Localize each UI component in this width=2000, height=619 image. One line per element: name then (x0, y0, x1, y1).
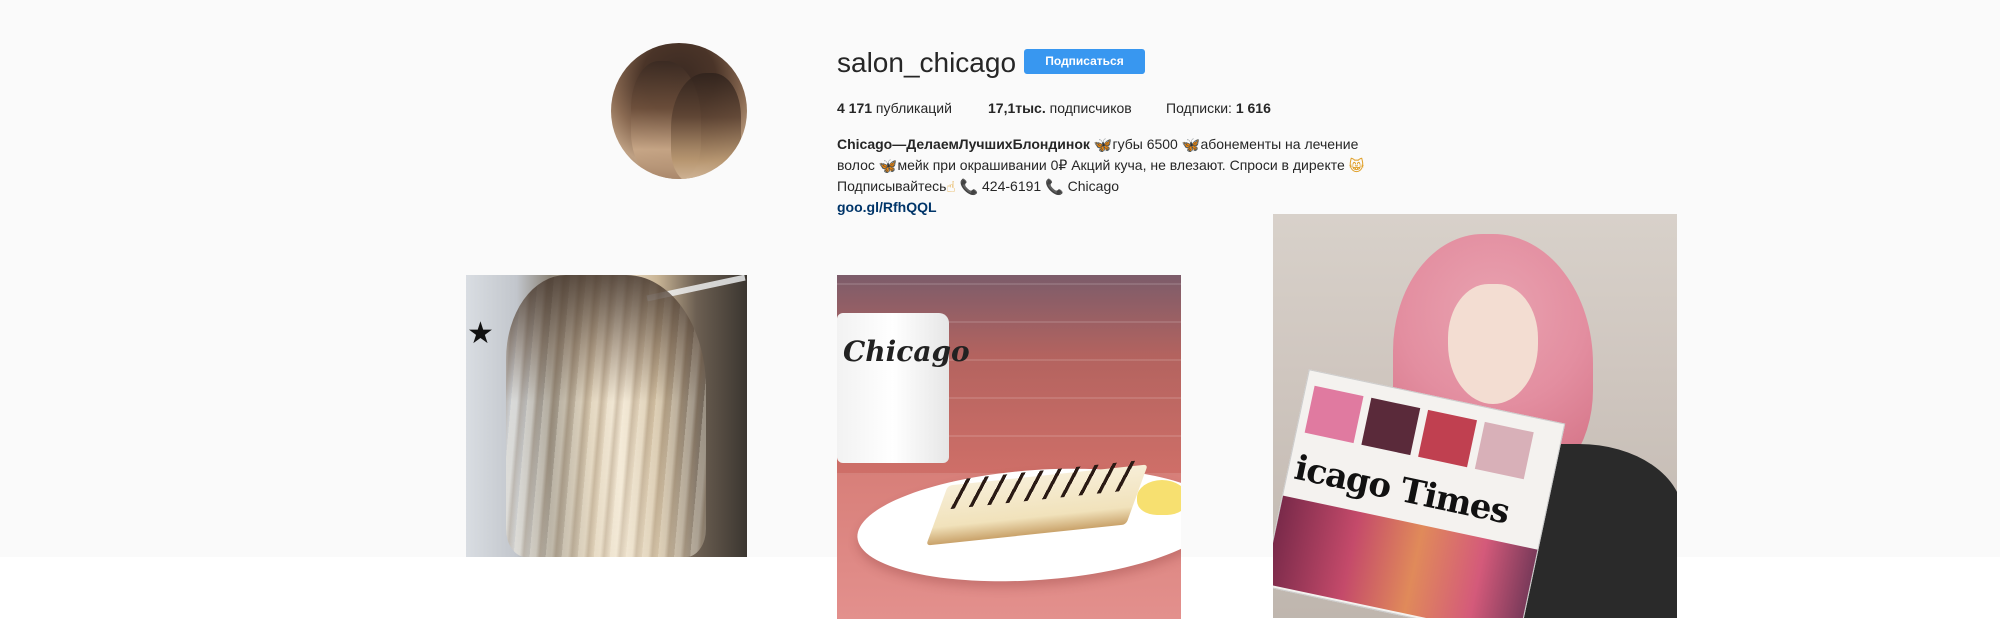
newspaper-photo-1 (1304, 385, 1364, 444)
followers-label: подписчиков (1045, 100, 1132, 116)
face-image (1448, 284, 1538, 404)
phone-icon: 📞 (959, 178, 979, 196)
butterfly-icon: 🦋 (1181, 136, 1201, 154)
posts-count: 4 171 (837, 100, 873, 116)
stat-followers[interactable]: 17,1тыс. подписчиков (988, 98, 1132, 118)
bio-text-3c: Chicago (1063, 178, 1120, 194)
following-label: Подписки: (1166, 100, 1236, 116)
bio-text-1b: абонементы на лечение (1200, 136, 1359, 152)
pointing-hand-icon: ☝ (946, 178, 956, 196)
newspaper-photo-4 (1474, 421, 1534, 480)
lemon-slice (1137, 480, 1181, 515)
stat-posts: 4 171 публикаций (837, 98, 952, 118)
bio-text-3a: Подписывайтесь (837, 178, 947, 194)
bio-line-1: Chicago—ДелаемЛучшихБлондинок 🦋губы 6500… (837, 134, 1397, 155)
newspaper-photo-3 (1418, 409, 1477, 468)
profile-username: salon_chicago (837, 47, 1017, 78)
following-count: 1 616 (1235, 100, 1271, 116)
cat-icon: 😸 (1348, 157, 1365, 175)
stat-following[interactable]: Подписки: 1 616 (1166, 98, 1271, 118)
bio-text-1a: губы 6500 (1112, 136, 1182, 152)
butterfly-icon: 🦋 (1093, 136, 1113, 154)
posts-label: публикаций (872, 100, 952, 116)
bio-name: Chicago—ДелаемЛучшихБлондинок (837, 136, 1090, 152)
bio-text-2a: волос (837, 157, 879, 173)
bio-line-2: волос 🦋мейк при окрашивании 0₽ Акций куч… (837, 155, 1397, 176)
butterfly-icon: 🦋 (878, 157, 898, 175)
mug-logo-text: Chicago (843, 335, 970, 368)
followers-count: 17,1тыс. (988, 100, 1046, 116)
star-icon: ★ (467, 317, 494, 350)
bio-text-2b: мейк при окрашивании 0₽ Акций куча, не в… (897, 157, 1349, 173)
profile-avatar[interactable] (611, 43, 747, 179)
bio-line-3: Подписывайтесь☝ 📞 424-6191 📞 Chicago (837, 176, 1397, 197)
post-thumbnail-2[interactable]: Chicago (837, 275, 1181, 619)
bio-text-3b: 424-6191 (978, 178, 1046, 194)
blonde-hair-image (506, 275, 706, 557)
profile-bio: Chicago—ДелаемЛучшихБлондинок 🦋губы 6500… (837, 134, 1397, 218)
post-thumbnail-1[interactable]: ★ (466, 275, 747, 557)
phone-icon: 📞 (1045, 178, 1064, 196)
follow-button[interactable]: Подписаться (1024, 49, 1145, 74)
newspaper-photo-2 (1361, 397, 1421, 456)
post-thumbnail-3[interactable]: icago Times (1273, 214, 1677, 618)
avatar-hair-right (671, 73, 741, 179)
